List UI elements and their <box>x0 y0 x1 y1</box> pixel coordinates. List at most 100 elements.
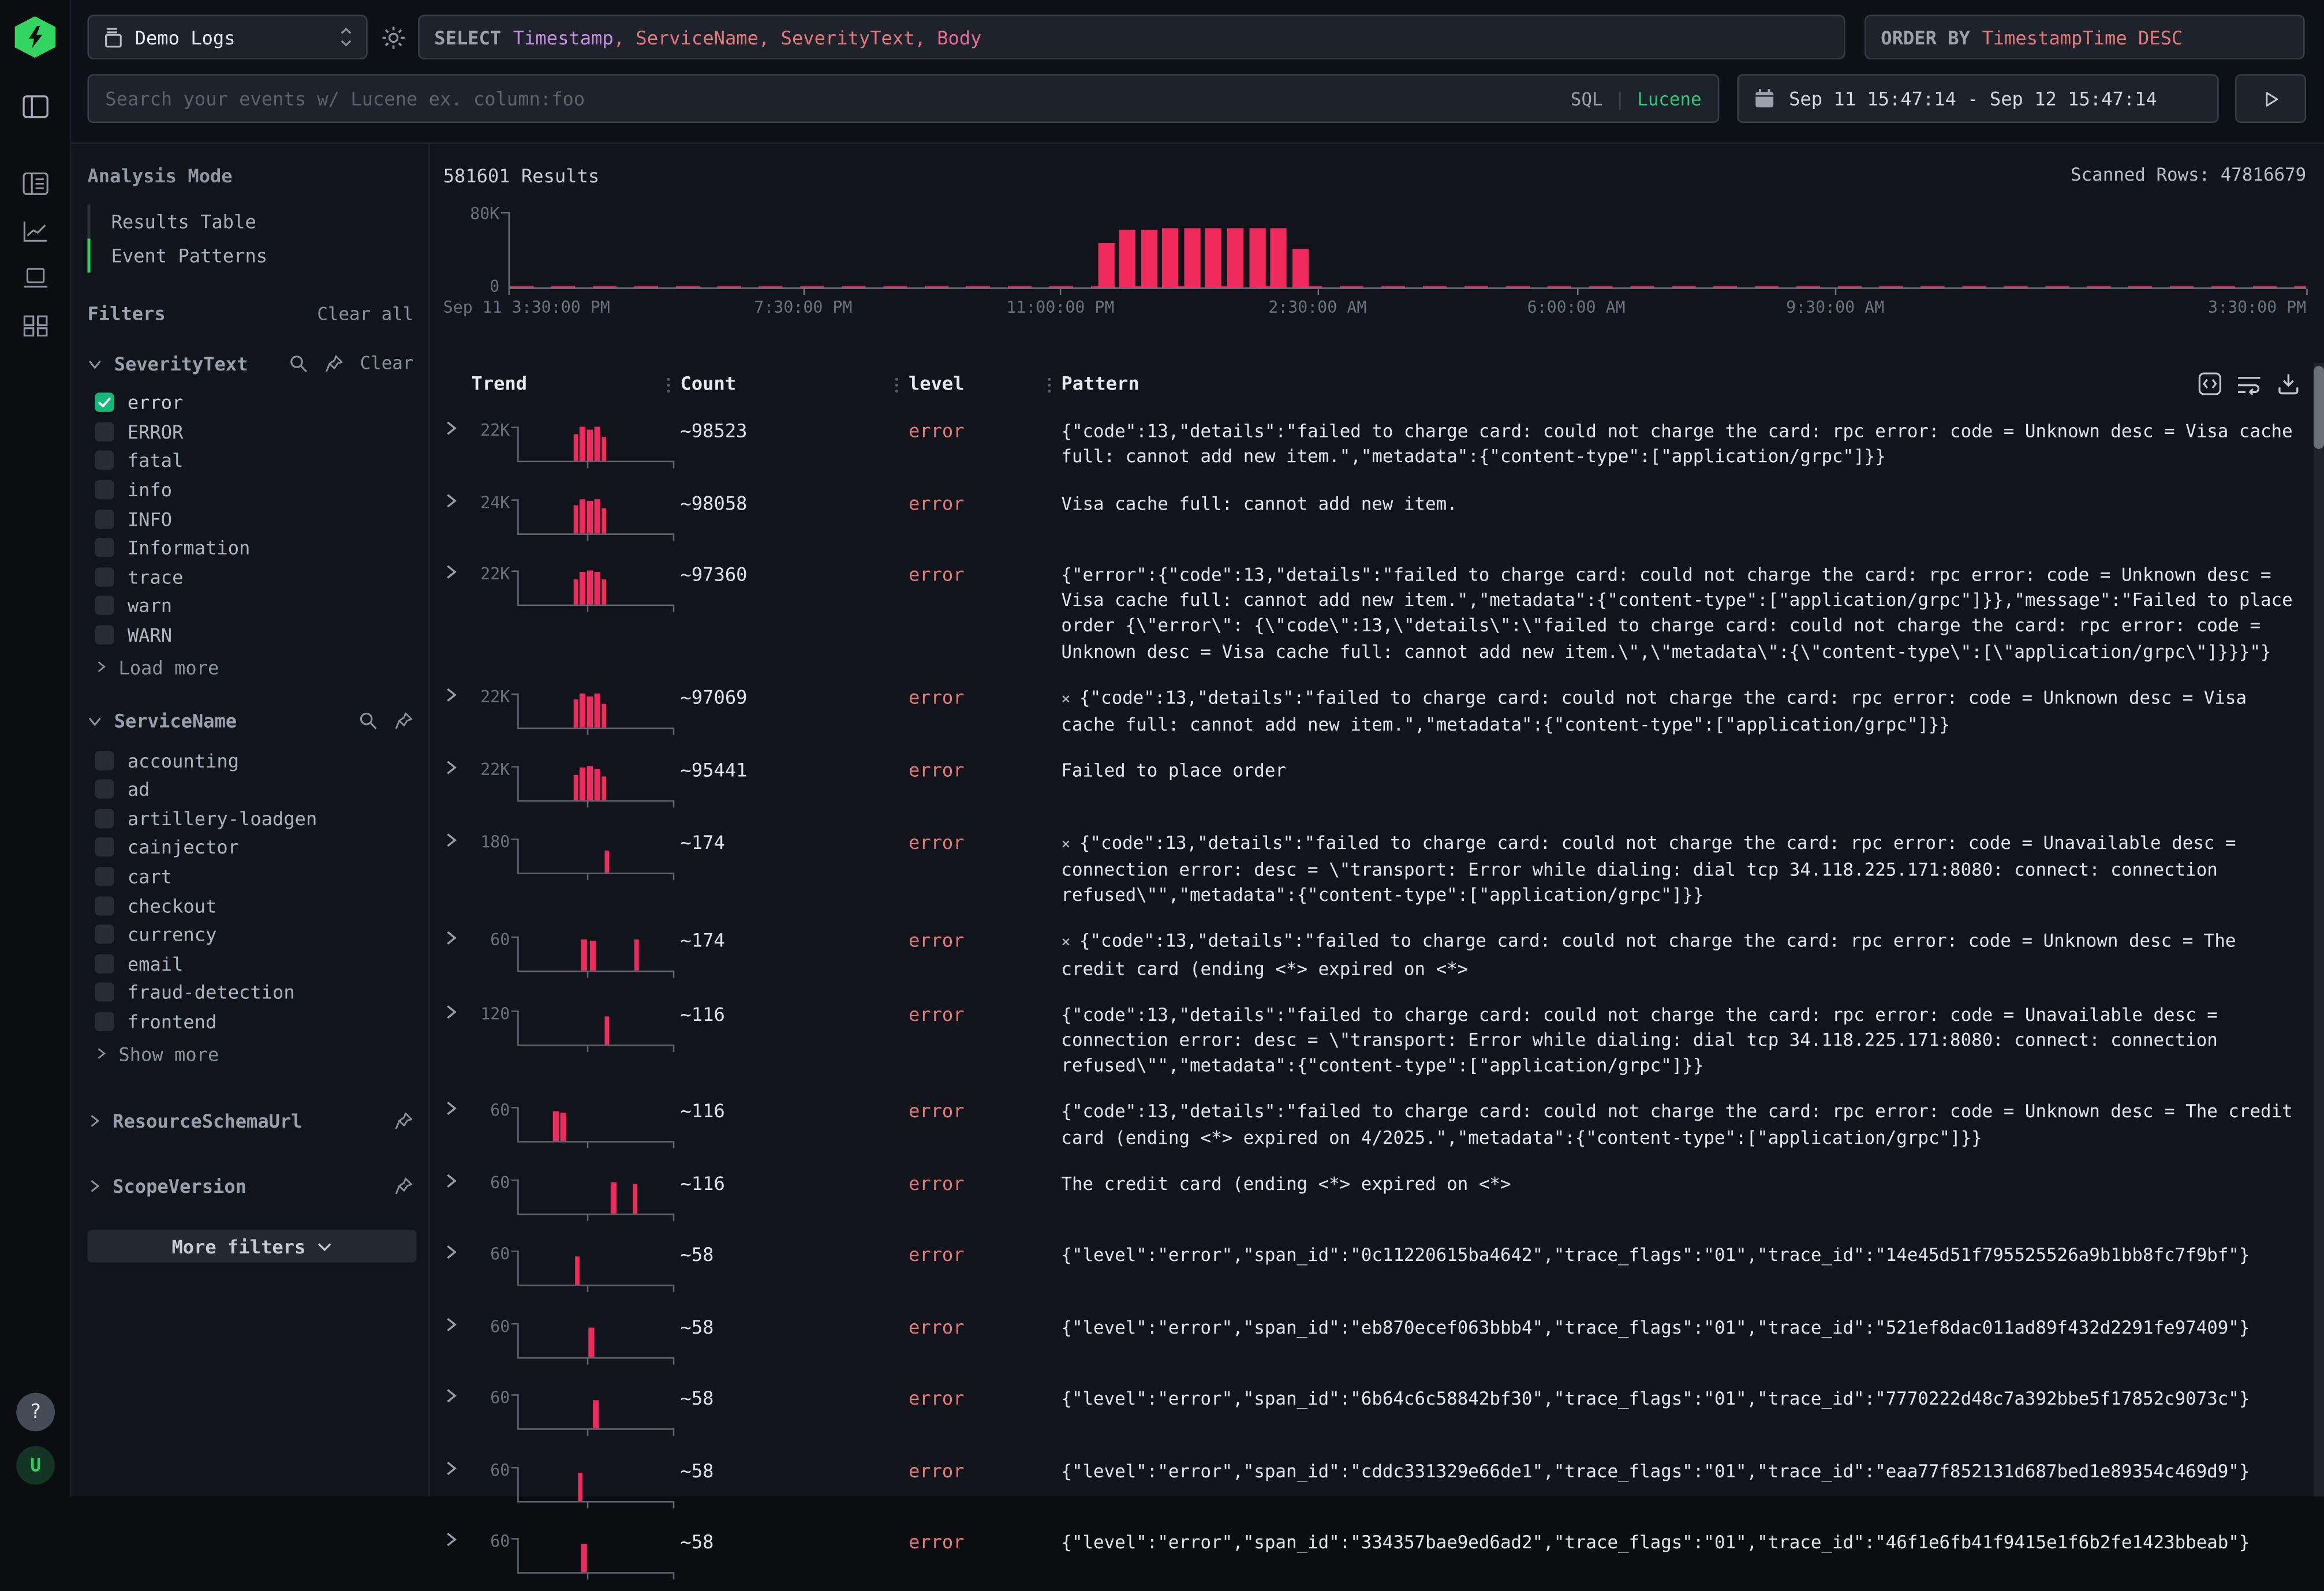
table-row[interactable]: 60~58error{"level":"error","span_id":"0c… <box>443 1232 2324 1304</box>
filter-item-cart[interactable]: cart <box>87 862 413 891</box>
pattern-text[interactable]: {"level":"error","span_id":"0c11220615ba… <box>1061 1241 2301 1269</box>
vertical-scrollbar[interactable] <box>2314 363 2324 1496</box>
excluded-marker-icon[interactable]: × <box>1061 690 1070 708</box>
user-avatar[interactable]: U <box>16 1446 55 1485</box>
checkbox[interactable] <box>95 538 114 557</box>
checkbox-checked[interactable] <box>95 393 114 412</box>
app-logo[interactable] <box>14 16 55 58</box>
excluded-marker-icon[interactable]: × <box>1061 835 1070 853</box>
filter-item-error[interactable]: ERROR <box>87 417 413 446</box>
row-expander-button[interactable] <box>443 493 472 508</box>
load-more-button[interactable]: Load more <box>87 653 413 682</box>
nav-sessions-icon[interactable] <box>20 264 50 293</box>
checkbox[interactable] <box>95 567 114 586</box>
search-input[interactable]: Search your events w/ Lucene ex. column:… <box>87 74 1719 123</box>
row-expander-button[interactable] <box>443 1102 472 1117</box>
histogram-bar[interactable] <box>1141 229 1157 287</box>
table-row[interactable]: 22K~98523error{"code":13,"details":"fail… <box>443 407 2324 480</box>
pattern-text[interactable]: {"level":"error","span_id":"6b64c6c58842… <box>1061 1384 2301 1413</box>
clear-filter-button[interactable]: Clear <box>360 353 414 373</box>
histogram-bar[interactable] <box>1227 229 1243 287</box>
pin-icon[interactable] <box>324 353 343 372</box>
table-row[interactable]: 60~116error{"code":13,"details":"failed … <box>443 1088 2324 1161</box>
row-expander-button[interactable] <box>443 931 472 946</box>
select-query-input[interactable]: SELECT Timestamp, ServiceName, SeverityT… <box>418 15 1845 59</box>
chevron-right-icon[interactable] <box>87 1114 100 1127</box>
row-expander-button[interactable] <box>443 564 472 579</box>
excluded-marker-icon[interactable]: × <box>1061 934 1070 952</box>
pin-icon[interactable] <box>394 711 413 730</box>
column-header-pattern[interactable]: Pattern <box>1061 372 2301 407</box>
filter-item-accounting[interactable]: accounting <box>87 746 413 774</box>
pattern-text[interactable]: {"code":13,"details":"failed to charge c… <box>1061 416 2301 470</box>
table-row[interactable]: 22K~97360error{"error":{"code":13,"detai… <box>443 551 2324 674</box>
filter-item-warn[interactable]: warn <box>87 592 413 620</box>
histogram-bar[interactable] <box>1098 243 1114 287</box>
checkbox[interactable] <box>95 596 114 615</box>
pattern-text[interactable]: ×{"code":13,"details":"failed to charge … <box>1061 927 2301 982</box>
checkbox[interactable] <box>95 954 114 973</box>
pattern-text[interactable]: The credit card (ending <*> expired on <… <box>1061 1169 2301 1197</box>
checkbox[interactable] <box>95 480 114 499</box>
row-expander-button[interactable] <box>443 1245 472 1260</box>
table-row[interactable]: 60~174error×{"code":13,"details":"failed… <box>443 918 2324 991</box>
table-row[interactable]: 60~58error{"level":"error","span_id":"eb… <box>443 1304 2324 1376</box>
pattern-text[interactable]: {"level":"error","span_id":"334357bae9ed… <box>1061 1528 2301 1556</box>
checkbox[interactable] <box>95 509 114 528</box>
checkbox[interactable] <box>95 751 114 770</box>
checkbox[interactable] <box>95 896 114 915</box>
nav-search-logs-icon[interactable] <box>20 169 50 199</box>
checkbox[interactable] <box>95 1012 114 1031</box>
table-row[interactable]: 24K~98058errorVisa cache full: cannot ad… <box>443 480 2324 552</box>
column-header-level[interactable]: level <box>909 372 1061 407</box>
filter-item-information[interactable]: Information <box>87 533 413 562</box>
table-row[interactable]: 60~58error{"level":"error","span_id":"6b… <box>443 1376 2324 1448</box>
pattern-text[interactable]: ×{"code":13,"details":"failed to charge … <box>1061 683 2301 738</box>
pattern-text[interactable]: {"code":13,"details":"failed to charge c… <box>1061 1097 2301 1151</box>
pattern-text[interactable]: Visa cache full: cannot add new item. <box>1061 488 2301 516</box>
checkbox[interactable] <box>95 422 114 441</box>
row-expander-button[interactable] <box>443 832 472 847</box>
column-header-count[interactable]: Count <box>681 372 909 407</box>
order-by-input[interactable]: ORDER BY TimestampTime DESC <box>1865 15 2305 59</box>
clear-all-button[interactable]: Clear all <box>317 303 413 324</box>
filter-group-header[interactable]: SeverityTextClear <box>87 350 413 376</box>
search-icon[interactable] <box>289 353 308 372</box>
row-expander-button[interactable] <box>443 421 472 436</box>
search-icon[interactable] <box>358 711 378 730</box>
toggle-sidebar-icon[interactable] <box>20 92 50 121</box>
checkbox[interactable] <box>95 451 114 470</box>
pattern-text[interactable]: ×{"code":13,"details":"failed to charge … <box>1061 828 2301 909</box>
filter-item-info[interactable]: INFO <box>87 504 413 533</box>
checkbox[interactable] <box>95 626 114 645</box>
filter-item-warn[interactable]: WARN <box>87 620 413 649</box>
scrollbar-thumb[interactable] <box>2314 366 2324 449</box>
table-row[interactable]: 180~174error×{"code":13,"details":"faile… <box>443 819 2324 918</box>
checkbox[interactable] <box>95 867 114 886</box>
wrap-text-icon[interactable] <box>2237 373 2262 395</box>
table-row[interactable]: 120~116error{"code":13,"details":"failed… <box>443 991 2324 1088</box>
pin-icon[interactable] <box>394 1111 413 1130</box>
table-row[interactable]: 60~58error{"level":"error","span_id":"cd… <box>443 1447 2324 1519</box>
histogram-bar[interactable] <box>1249 228 1265 287</box>
row-expander-button[interactable] <box>443 1317 472 1332</box>
nav-chart-icon[interactable] <box>20 216 50 246</box>
filter-item-ad[interactable]: ad <box>87 775 413 804</box>
row-expander-button[interactable] <box>443 687 472 702</box>
checkbox[interactable] <box>95 925 114 944</box>
filter-item-error[interactable]: error <box>87 388 413 417</box>
histogram-bar[interactable] <box>1271 229 1287 287</box>
checkbox[interactable] <box>95 780 114 799</box>
pattern-text[interactable]: {"level":"error","span_id":"cddc331329e6… <box>1061 1457 2301 1485</box>
filter-group-header[interactable]: ServiceName <box>87 707 413 734</box>
table-row[interactable]: 60~58error{"level":"error","span_id":"33… <box>443 1519 2324 1591</box>
chevron-right-icon[interactable] <box>87 1179 100 1192</box>
chevron-down-icon[interactable] <box>87 714 102 727</box>
filter-item-artillery-loadgen[interactable]: artillery-loadgen <box>87 804 413 833</box>
source-settings-button[interactable] <box>376 24 409 50</box>
histogram-bar[interactable] <box>1292 249 1308 287</box>
histogram-bar[interactable] <box>1184 229 1200 287</box>
histogram-bar[interactable] <box>1205 229 1221 287</box>
filter-group-header[interactable]: ScopeVersion <box>87 1173 413 1199</box>
column-header-trend[interactable]: Trend <box>471 372 680 407</box>
